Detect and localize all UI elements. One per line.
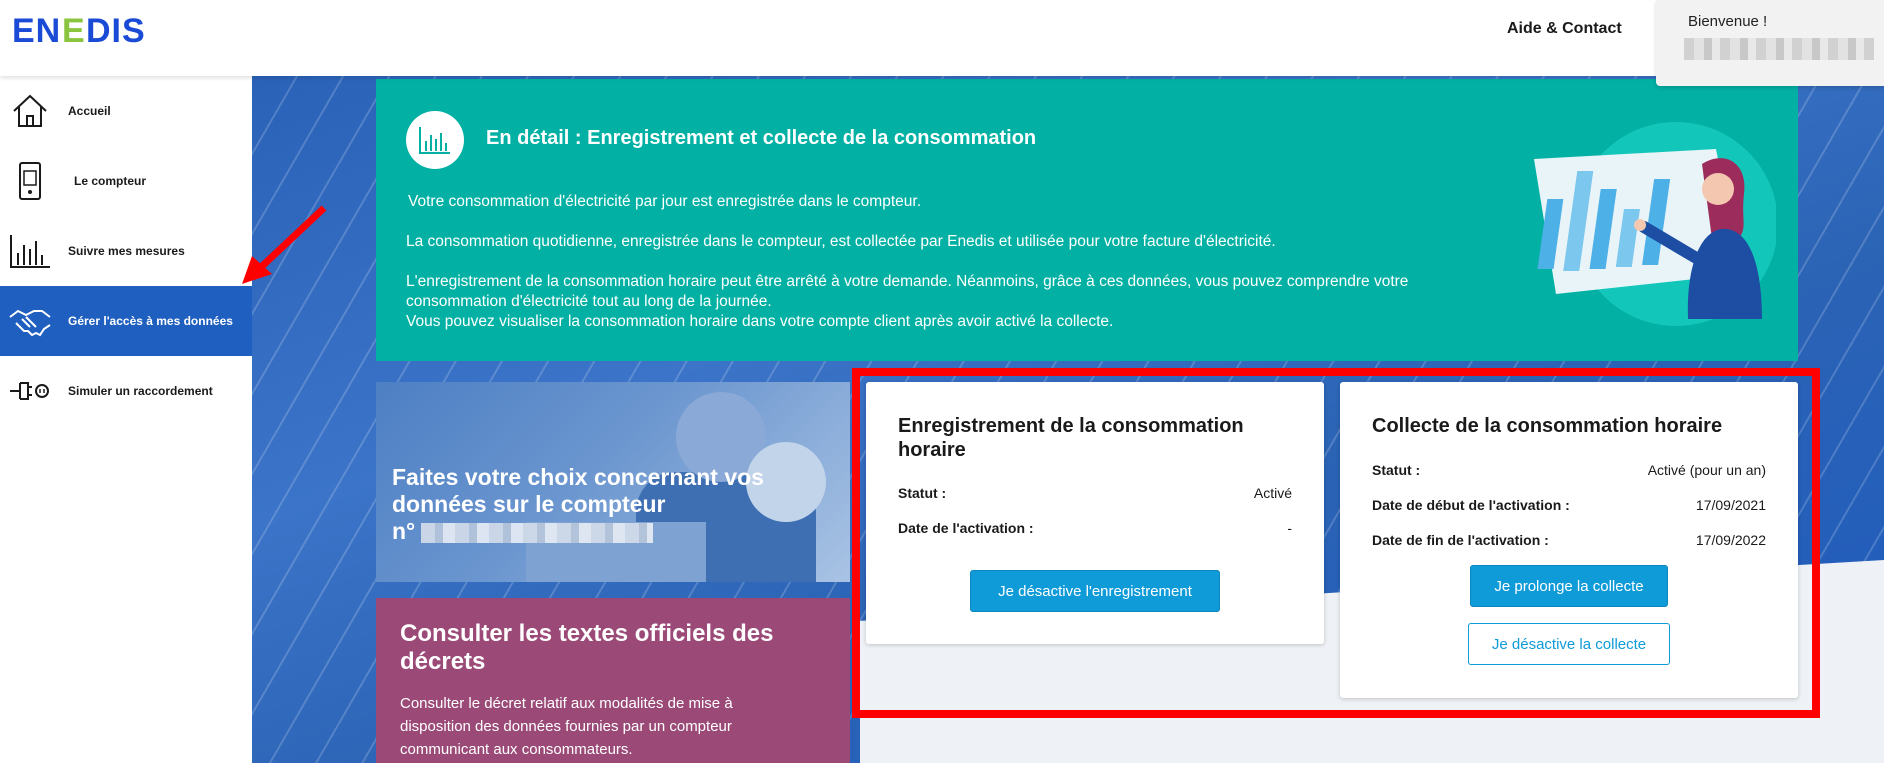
banner-title: En détail : Enregistrement et collecte d… (486, 127, 1037, 149)
chart-illustration (1534, 122, 1776, 326)
official-texts-description: Consulter le décret relatif aux modalité… (400, 695, 733, 758)
welcome-text: Bienvenue ! (1688, 13, 1768, 30)
hourly-collection-card: Collecte de la consommation horaire Stat… (1340, 382, 1798, 698)
sidebar-item-label: Accueil (68, 104, 111, 118)
meter-choice-title: Faites votre choix concernant vos donnée… (392, 464, 812, 545)
collection-end-date-label: Date de fin de l'activation : (1372, 532, 1549, 548)
enedis-logo[interactable]: EN E DIS (12, 12, 164, 48)
hourly-recording-card: Enregistrement de la consommation horair… (866, 382, 1324, 644)
banner-paragraph-3: L'enregistrement de la consommation hora… (406, 273, 1409, 310)
meter-choice-card[interactable]: Faites votre choix concernant vos donnée… (376, 382, 850, 582)
home-icon (4, 85, 56, 137)
user-welcome-panel[interactable]: Bienvenue ! (1656, 0, 1884, 86)
sidebar-item-accueil[interactable]: Accueil (0, 76, 252, 146)
recording-status-label: Statut : (898, 485, 947, 501)
recording-status-value: Activé (1253, 485, 1292, 501)
blurred-meter-number (421, 522, 654, 543)
official-texts-card[interactable]: Consulter les textes officiels des décre… (376, 598, 850, 763)
sidebar-item-mesures[interactable]: Suivre mes mesures (0, 216, 252, 286)
blurred-user-name (1684, 38, 1874, 60)
recording-activation-date-label: Date de l'activation : (898, 520, 1034, 536)
sidebar-item-label: Suivre mes mesures (68, 244, 185, 258)
sidebar-item-donnees[interactable]: Gérer l'accès à mes données (0, 286, 252, 356)
meter-choice-title-text: Faites votre choix concernant vos donnée… (392, 464, 764, 517)
meter-number-prefix: n° (392, 518, 416, 544)
sidebar-item-label: Le compteur (74, 174, 147, 188)
sidebar-item-raccordement[interactable]: Simuler un raccordement (0, 356, 252, 426)
plug-icon (4, 365, 56, 417)
collection-status-value: Activé (pour un an) (1647, 462, 1766, 478)
svg-text:E: E (62, 12, 85, 48)
extend-collection-button[interactable]: Je prolonge la collecte (1470, 565, 1668, 607)
sidebar-item-compteur[interactable]: Le compteur (0, 146, 252, 216)
svg-text:DIS: DIS (86, 12, 146, 48)
top-header: EN E DIS Aide & Contact (0, 0, 1884, 76)
deactivate-collection-button[interactable]: Je désactive la collecte (1468, 623, 1670, 665)
collection-start-date-label: Date de début de l'activation : (1372, 497, 1570, 513)
deactivate-recording-button[interactable]: Je désactive l'enregistrement (970, 570, 1220, 612)
svg-text:EN: EN (12, 12, 61, 48)
banner-paragraph-2: La consommation quotidienne, enregistrée… (406, 233, 1276, 250)
recording-card-title: Enregistrement de la consommation horair… (898, 415, 1244, 461)
collection-status-label: Statut : (1372, 462, 1421, 478)
chart-icon (406, 111, 464, 169)
help-contact-link[interactable]: Aide & Contact (1507, 20, 1622, 38)
collection-card-title: Collecte de la consommation horaire (1372, 415, 1723, 437)
bar-chart-icon (4, 225, 56, 277)
banner-paragraph-4: Vous pouvez visualiser la consommation h… (406, 313, 1114, 330)
info-banner: En détail : Enregistrement et collecte d… (376, 79, 1798, 361)
recording-activation-date-value: - (1287, 520, 1292, 536)
collection-start-date-value: 17/09/2021 (1695, 497, 1766, 513)
red-arrow-annotation (242, 205, 327, 284)
collection-end-date-value: 17/09/2022 (1695, 532, 1766, 548)
banner-paragraph-1: Votre consommation d'électricité par jou… (408, 193, 921, 210)
handshake-icon (4, 295, 56, 347)
sidebar: Accueil Le compteur Suivre mes mesures G… (0, 76, 252, 763)
sidebar-item-label: Simuler un raccordement (68, 384, 213, 398)
meter-icon (4, 155, 56, 207)
sidebar-item-label: Gérer l'accès à mes données (68, 314, 233, 328)
official-texts-title: Consulter les textes officiels des décre… (400, 620, 774, 675)
